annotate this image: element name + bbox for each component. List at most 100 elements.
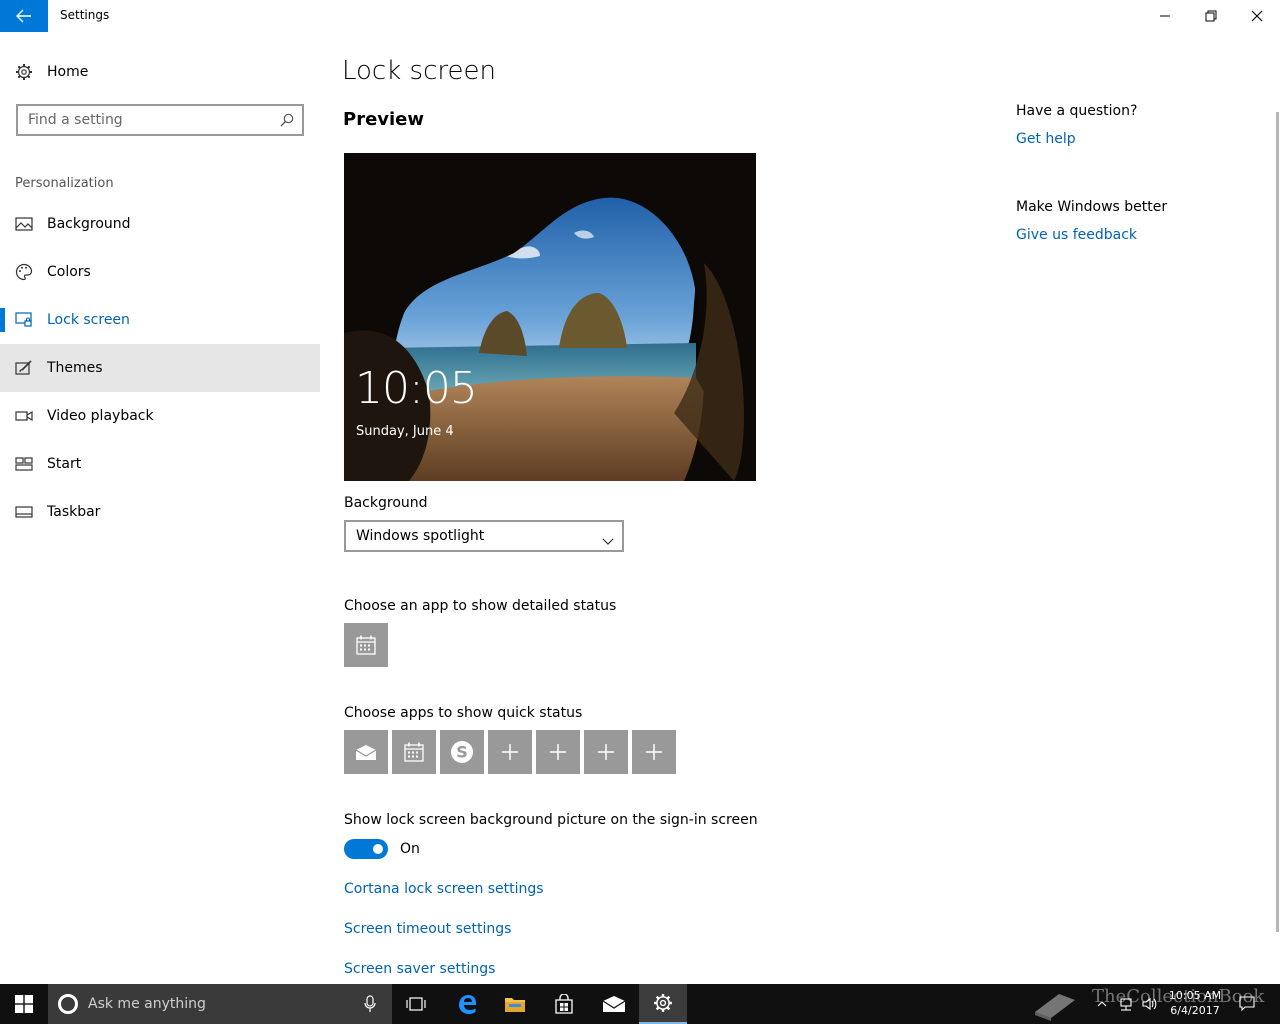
help-pane: Have a question? Get help Make Windows b… [1016, 32, 1266, 632]
quick-status-add-button[interactable] [488, 730, 532, 774]
section-heading-personalization: Personalization [15, 176, 114, 191]
notification-icon [1239, 996, 1255, 1012]
minimize-icon [1160, 15, 1170, 17]
detailed-status-app-button[interactable] [344, 623, 388, 667]
nav-home[interactable]: Home [0, 56, 320, 88]
preview-date: Sunday, June 4 [356, 424, 454, 439]
taskbar-icon [15, 503, 33, 521]
action-center-button[interactable] [1236, 984, 1258, 1024]
plus-icon [646, 744, 662, 760]
nav-item-label: Taskbar [47, 504, 101, 520]
gear-icon [15, 63, 33, 81]
feedback-heading: Make Windows better [1016, 199, 1168, 215]
nav-item-background[interactable]: Background [0, 200, 320, 248]
network-button[interactable] [1116, 984, 1136, 1024]
quick-status-mail-button[interactable] [344, 730, 388, 774]
nav-item-colors[interactable]: Colors [0, 248, 320, 296]
back-button[interactable] [0, 0, 48, 32]
mail-taskbar-button[interactable] [590, 984, 638, 1024]
nav-item-label: Video playback [47, 408, 154, 424]
start-button[interactable] [0, 984, 48, 1024]
book-logo-icon [1035, 994, 1075, 1021]
volume-button[interactable] [1140, 984, 1160, 1024]
preview-time: 10:05 [355, 363, 478, 414]
nav-item-taskbar[interactable]: Taskbar [0, 488, 320, 536]
quick-status-add-button[interactable] [632, 730, 676, 774]
taskbar-clock[interactable]: 10:05 AM 6/4/2017 [1160, 988, 1230, 1018]
toggle-knob [373, 844, 383, 854]
back-arrow-icon [16, 9, 31, 23]
nav-home-label: Home [47, 64, 89, 80]
selection-indicator [0, 308, 5, 332]
restore-icon [1205, 10, 1217, 22]
show-hidden-icons-button[interactable] [1092, 984, 1112, 1024]
quick-status-skype-button[interactable]: S [440, 730, 484, 774]
restore-button[interactable] [1188, 0, 1234, 32]
toggle-state-label: On [400, 841, 420, 857]
taskbar: Ask me anything TheCollectionBook 10:05 … [0, 984, 1280, 1024]
nav-item-start[interactable]: Start [0, 440, 320, 488]
window-title: Settings [60, 8, 110, 22]
cortana-lock-screen-settings-link[interactable]: Cortana lock screen settings [344, 881, 544, 897]
quick-status-add-button[interactable] [536, 730, 580, 774]
start-icon [15, 455, 33, 473]
background-label: Background [344, 495, 428, 511]
clock-time: 10:05 AM [1168, 989, 1222, 1002]
file-explorer-taskbar-button[interactable] [491, 984, 539, 1024]
page-title: Lock screen [342, 56, 496, 86]
nav-item-label: Start [47, 456, 82, 472]
calendar-icon [356, 635, 376, 655]
chevron-down-icon [602, 531, 614, 550]
picture-icon [15, 215, 33, 233]
get-help-link[interactable]: Get help [1016, 131, 1076, 147]
scrollbar[interactable] [1276, 112, 1279, 932]
nav-item-video-playback[interactable]: Video playback [0, 392, 320, 440]
search-box[interactable] [16, 104, 304, 136]
mail-icon [602, 996, 626, 1012]
skype-icon: S [451, 741, 473, 763]
store-taskbar-button[interactable] [540, 984, 588, 1024]
background-dropdown-value: Windows spotlight [356, 528, 485, 544]
nav-item-themes[interactable]: Themes [0, 344, 320, 392]
signin-background-toggle[interactable] [344, 839, 388, 859]
settings-taskbar-button[interactable] [639, 984, 687, 1024]
microphone-icon[interactable] [364, 995, 376, 1017]
quick-status-add-button[interactable] [584, 730, 628, 774]
detailed-status-label: Choose an app to show detailed status [344, 598, 617, 614]
mail-icon [355, 745, 377, 760]
give-feedback-link[interactable]: Give us feedback [1016, 227, 1137, 243]
palette-icon [15, 263, 33, 281]
navigation-pane: Home Personalization Background Colors L… [0, 32, 320, 984]
search-icon[interactable] [280, 112, 294, 131]
plus-icon [550, 744, 566, 760]
edge-taskbar-button[interactable] [443, 984, 491, 1024]
quick-status-label: Choose apps to show quick status [344, 705, 583, 721]
network-icon [1120, 998, 1132, 1011]
plus-icon [598, 744, 614, 760]
cortana-icon [58, 994, 78, 1014]
nav-item-lock-screen[interactable]: Lock screen [0, 296, 320, 344]
background-dropdown[interactable]: Windows spotlight [344, 520, 624, 552]
folder-icon [505, 998, 525, 1012]
task-view-icon [406, 997, 426, 1011]
video-icon [15, 407, 33, 425]
preview-heading: Preview [343, 109, 425, 130]
nav-item-label: Colors [47, 264, 91, 280]
minimize-button[interactable] [1142, 0, 1188, 32]
cortana-search-box[interactable]: Ask me anything [48, 984, 392, 1024]
themes-icon [15, 359, 33, 377]
screen-timeout-settings-link[interactable]: Screen timeout settings [344, 921, 511, 937]
calendar-icon [404, 742, 424, 762]
search-input[interactable] [28, 111, 273, 129]
task-view-button[interactable] [392, 984, 440, 1024]
lock-screen-preview: 10:05 Sunday, June 4 [344, 153, 756, 481]
edge-icon [459, 995, 476, 1014]
question-heading: Have a question? [1016, 103, 1138, 119]
speaker-icon [1142, 997, 1157, 1011]
quick-status-calendar-button[interactable] [392, 730, 436, 774]
close-button[interactable] [1234, 0, 1280, 32]
lock-screen-icon [15, 311, 33, 329]
watermark-logo [1030, 984, 1080, 1024]
screen-saver-settings-link[interactable]: Screen saver settings [344, 961, 495, 977]
nav-item-label: Background [47, 216, 131, 232]
